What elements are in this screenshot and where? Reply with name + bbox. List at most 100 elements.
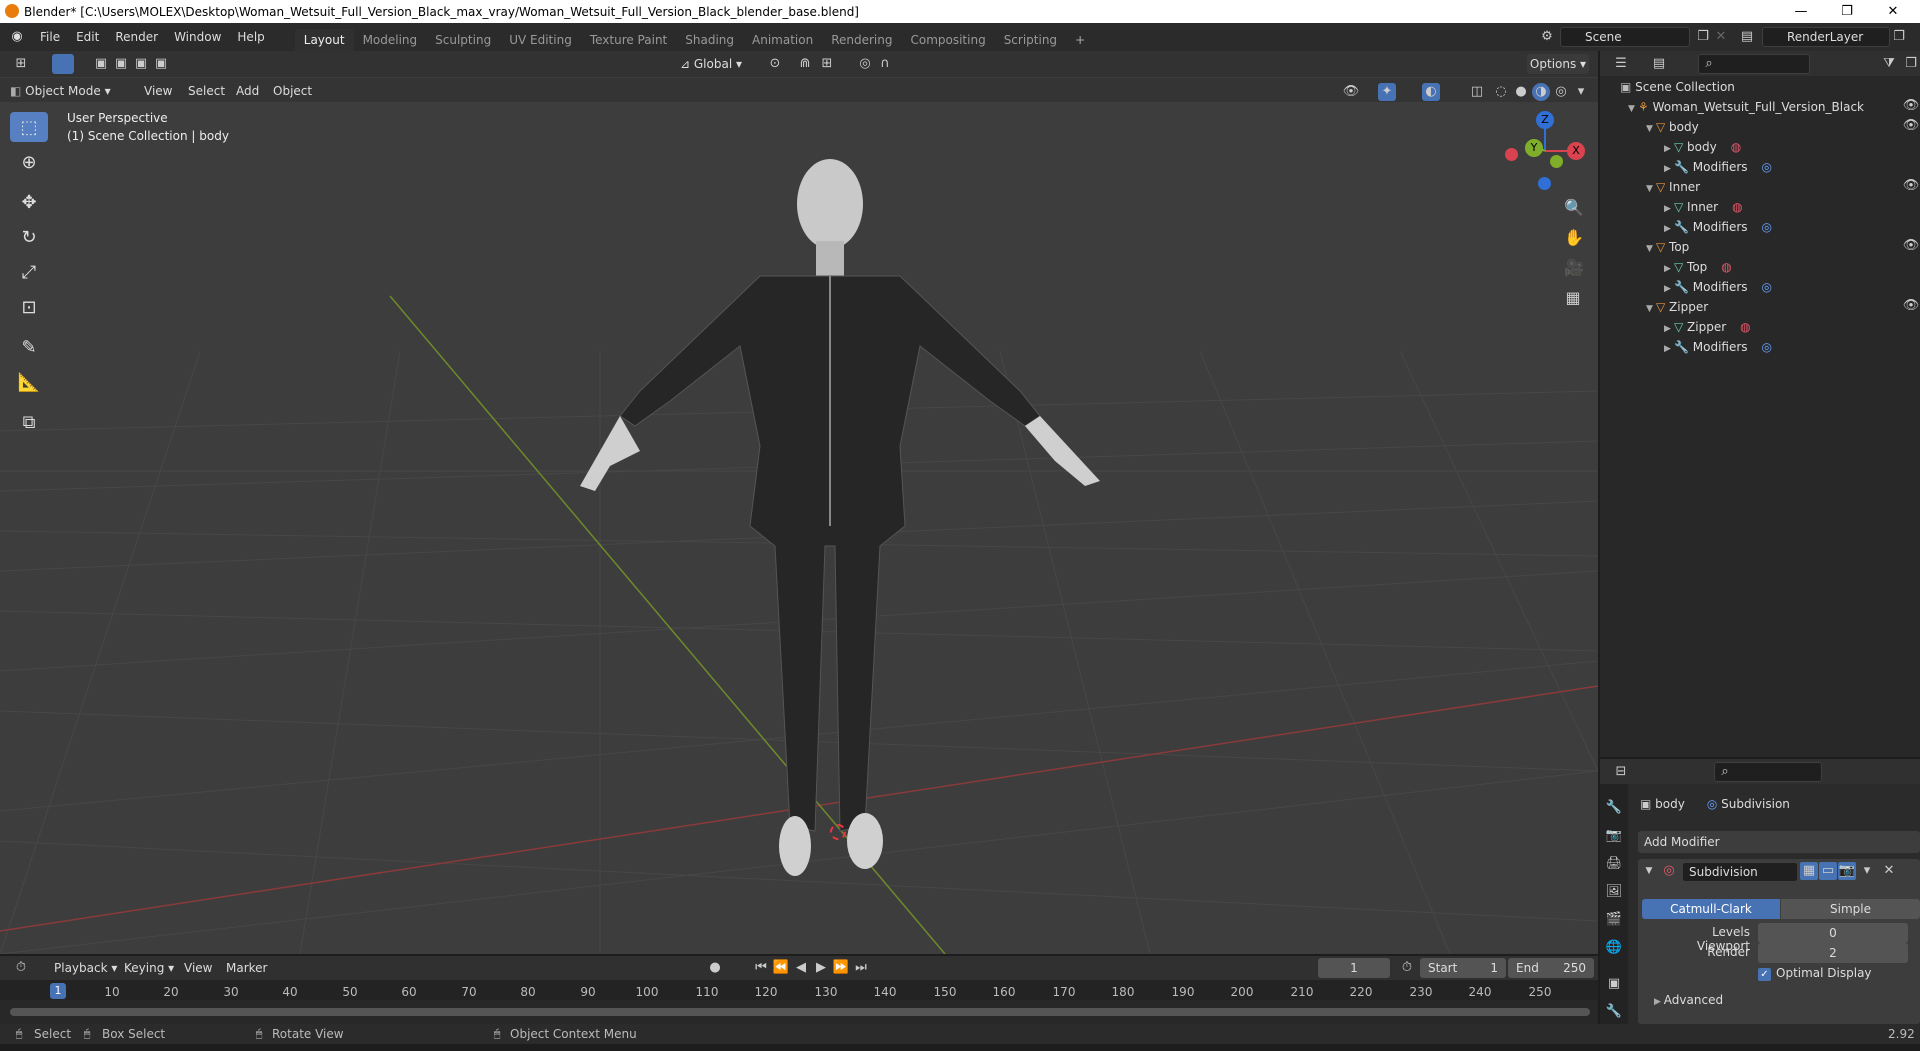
select-mode-invert-icon[interactable]: ▣ <box>152 55 170 73</box>
outliner-object-inner[interactable]: ▼ ▽ Inner <box>1646 177 1700 197</box>
jump-start-icon[interactable]: ⏮ <box>752 959 770 977</box>
visibility-eye-icon[interactable]: 👁 <box>1902 97 1920 115</box>
preview-range-icon[interactable]: ⏱ <box>1398 959 1416 977</box>
advanced-subpanel[interactable]: ▶ Advanced <box>1654 993 1723 1007</box>
tool-move[interactable]: ✥ <box>10 187 48 217</box>
outliner-object-zipper[interactable]: ▼ ▽ Zipper <box>1646 297 1708 317</box>
properties-editor-icon[interactable]: ⊟ <box>1612 763 1630 781</box>
select-mode-new-icon[interactable]: ▣ <box>92 55 110 73</box>
play-icon[interactable]: ▶ <box>812 959 830 977</box>
viewport-menu-add[interactable]: Add <box>228 81 267 101</box>
catmull-clark-button[interactable]: Catmull-Clark <box>1642 899 1780 919</box>
add-workspace-icon[interactable]: + <box>1066 29 1094 51</box>
visibility-eye-icon[interactable]: 👁 <box>1902 297 1920 315</box>
timeline-menu-playback[interactable]: Playback ▾ <box>46 958 125 978</box>
tab-animation[interactable]: Animation <box>743 29 822 51</box>
new-collection-icon[interactable]: ❐ <box>1902 55 1920 73</box>
camera-view-icon[interactable]: 🎥 <box>1564 259 1584 277</box>
shading-solid-icon[interactable]: ● <box>1512 83 1530 101</box>
remove-modifier-icon[interactable]: ✕ <box>1880 862 1898 880</box>
outliner-modifiers-zipper[interactable]: ▶ 🔧 Modifiers ◎ <box>1664 337 1772 357</box>
visibility-eye-icon[interactable]: 👁 <box>1902 177 1920 195</box>
minimize-icon[interactable]: — <box>1778 0 1824 23</box>
gizmo-neg-x[interactable] <box>1505 148 1518 161</box>
tab-layout[interactable]: Layout <box>294 29 354 51</box>
new-scene-icon[interactable]: ❐ <box>1694 28 1712 46</box>
outliner-modifiers-top[interactable]: ▶ 🔧 Modifiers ◎ <box>1664 277 1772 297</box>
xray-icon[interactable]: ◫ <box>1468 83 1486 101</box>
tool-transform[interactable]: ⊡ <box>10 292 48 322</box>
world-props-icon[interactable]: 🌐 <box>1605 939 1623 957</box>
gizmo-x-axis[interactable]: X <box>1567 142 1585 160</box>
overlay-toggle-icon[interactable]: ◐ <box>1422 83 1440 101</box>
view-layer-props-icon[interactable]: 🖼 <box>1605 883 1623 901</box>
tab-modeling[interactable]: Modeling <box>354 29 427 51</box>
simple-button[interactable]: Simple <box>1781 899 1920 919</box>
tool-select-box[interactable]: ⬚ <box>10 112 48 142</box>
play-reverse-icon[interactable]: ◀ <box>792 959 810 977</box>
pan-hand-icon[interactable]: ✋ <box>1564 229 1584 247</box>
end-frame-field[interactable]: End 250 <box>1508 958 1594 978</box>
tab-scripting[interactable]: Scripting <box>995 29 1066 51</box>
blender-menu-icon[interactable]: ◉ <box>8 28 26 46</box>
tab-sculpting[interactable]: Sculpting <box>426 29 500 51</box>
editor-type-icon[interactable]: ⊞ <box>12 55 30 73</box>
restore-icon[interactable]: ❐ <box>1824 0 1870 23</box>
gizmo-y-axis[interactable]: Y <box>1525 139 1543 157</box>
outliner-modifiers-inner[interactable]: ▶ 🔧 Modifiers ◎ <box>1664 217 1772 237</box>
3d-viewport[interactable]: ⊞ ▣ ▣ ▣ ▣ ⊿ Global ▾ ⊙ ⋒ ⊞ ◎ ∩ Options ▾… <box>0 51 1598 954</box>
timeline-editor-icon[interactable]: ⏱ <box>12 959 30 977</box>
tool-cursor[interactable]: ⊕ <box>10 147 48 177</box>
tab-uv-editing[interactable]: UV Editing <box>500 29 581 51</box>
ortho-toggle-icon[interactable]: ▦ <box>1564 289 1582 307</box>
tool-scale[interactable]: ⤢ <box>10 257 48 287</box>
scene-props-icon[interactable]: 🎬 <box>1605 911 1623 929</box>
tool-measure[interactable]: 📐 <box>10 367 48 397</box>
timeline-menu-keying[interactable]: Keying ▾ <box>116 958 182 978</box>
outliner-scene-collection[interactable]: ▣ Scene Collection <box>1620 77 1735 97</box>
shading-material-icon[interactable]: ◑ <box>1532 83 1550 101</box>
tab-texture-paint[interactable]: Texture Paint <box>581 29 676 51</box>
viewport-menu-view[interactable]: View <box>136 81 180 101</box>
gizmo-neg-z[interactable] <box>1538 177 1551 190</box>
next-keyframe-icon[interactable]: ⏩ <box>832 959 850 977</box>
close-window-icon[interactable]: ✕ <box>1870 0 1916 23</box>
tool-rotate[interactable]: ↻ <box>10 222 48 252</box>
select-mode-subtract-icon[interactable]: ▣ <box>132 55 150 73</box>
render-levels-field[interactable]: 2 <box>1758 943 1908 963</box>
visibility-eye-icon[interactable]: 👁 <box>1902 237 1920 255</box>
outliner-modifiers-body[interactable]: ▶ 🔧 Modifiers ◎ <box>1664 157 1772 177</box>
navigation-gizmo[interactable]: Z Y X <box>1505 111 1585 191</box>
prev-keyframe-icon[interactable]: ⏪ <box>772 959 790 977</box>
viewport-menu-select[interactable]: Select <box>180 81 233 101</box>
pivot-point-icon[interactable]: ⊙ <box>766 55 784 73</box>
playhead[interactable]: 1 <box>50 983 66 999</box>
optimal-display-checkbox[interactable]: ✓ <box>1758 968 1771 981</box>
select-mode-extend-icon[interactable]: ▣ <box>112 55 130 73</box>
shading-rendered-icon[interactable]: ◎ <box>1552 83 1570 101</box>
edit-mode-toggle-icon[interactable]: ▦ <box>1800 862 1818 880</box>
transform-orientation-dropdown[interactable]: ⊿ Global ▾ <box>676 54 752 74</box>
outliner-mesh-top[interactable]: ▶ ▽ Top ◍ <box>1664 257 1732 277</box>
menu-file[interactable]: File <box>32 27 68 47</box>
jump-end-icon[interactable]: ⏭ <box>852 959 870 977</box>
outliner-object-top[interactable]: ▼ ▽ Top <box>1646 237 1689 257</box>
current-frame-field[interactable]: 1 <box>1318 958 1390 978</box>
filter-icon[interactable]: ⧩ <box>1880 55 1898 73</box>
timeline-menu-view[interactable]: View <box>176 958 220 978</box>
shading-wireframe-icon[interactable]: ◌ <box>1492 83 1510 101</box>
tab-shading[interactable]: Shading <box>676 29 743 51</box>
new-render-layer-icon[interactable]: ❐ <box>1890 28 1908 46</box>
display-mode-icon[interactable]: ▤ <box>1650 55 1668 73</box>
modifier-collapse-icon[interactable]: ▼ <box>1640 862 1658 880</box>
zoom-icon[interactable]: 🔍 <box>1564 199 1584 217</box>
object-mode-dropdown[interactable]: ◧ Object Mode ▾ <box>10 81 120 101</box>
timeline-menu-marker[interactable]: Marker <box>218 958 275 978</box>
tab-rendering[interactable]: Rendering <box>822 29 901 51</box>
levels-viewport-field[interactable]: 0 <box>1758 923 1908 943</box>
options-dropdown[interactable]: Options ▾ <box>1527 54 1589 74</box>
visibility-icon[interactable]: 👁 <box>1342 83 1360 101</box>
menu-help[interactable]: Help <box>229 27 272 47</box>
select-tool-icon[interactable] <box>52 54 74 74</box>
outliner-mesh-zipper[interactable]: ▶ ▽ Zipper ◍ <box>1664 317 1751 337</box>
